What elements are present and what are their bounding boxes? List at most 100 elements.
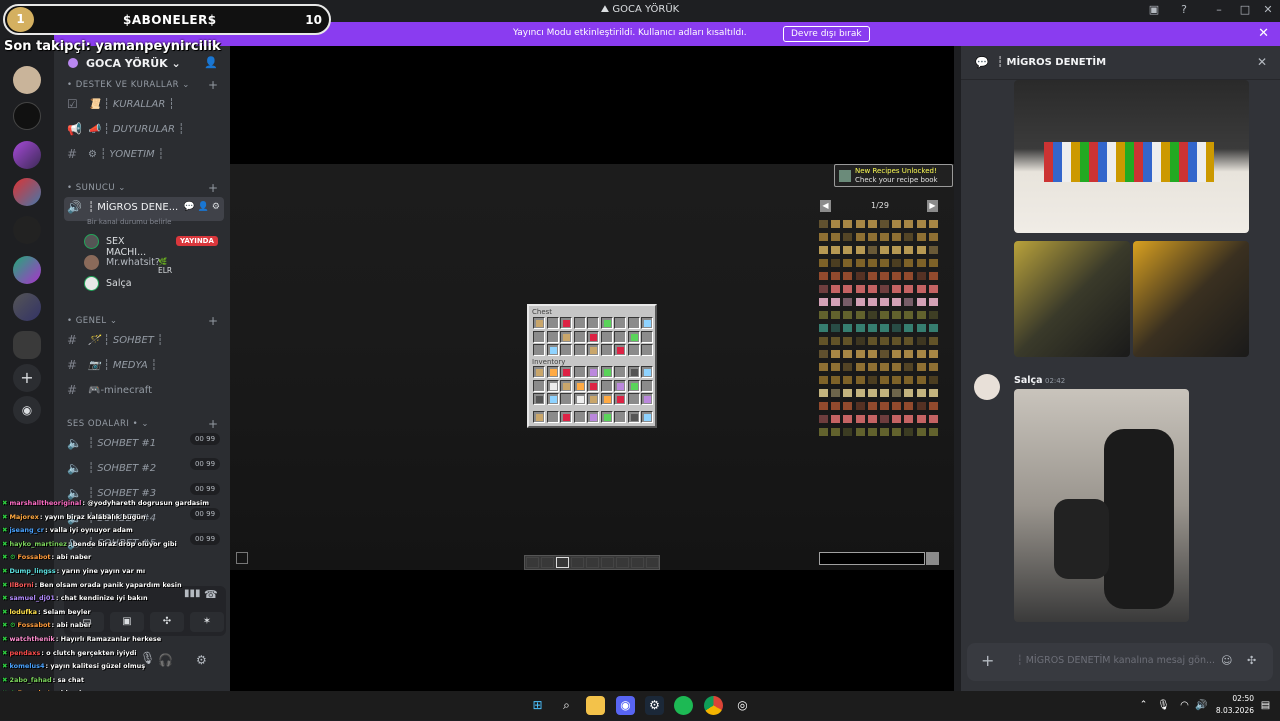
inventory-slot[interactable] [600, 330, 613, 343]
inventory-slot[interactable] [614, 317, 626, 329]
image-attachment[interactable] [1133, 241, 1249, 357]
recipe-item[interactable] [928, 246, 938, 254]
recipe-item[interactable] [892, 246, 902, 254]
recipe-item[interactable] [855, 246, 865, 254]
inventory-slot[interactable] [560, 393, 572, 405]
recipe-item[interactable] [831, 233, 841, 241]
recipe-item[interactable] [880, 363, 889, 371]
recipe-item[interactable] [916, 246, 926, 254]
recipe-item[interactable] [916, 285, 926, 293]
recipe-item[interactable] [904, 233, 914, 241]
recipe-item[interactable] [867, 246, 877, 254]
craftable-toggle-icon[interactable] [926, 552, 939, 565]
inventory-slot[interactable] [641, 393, 653, 405]
recipe-item[interactable] [904, 402, 914, 410]
recipe-item[interactable] [819, 376, 828, 384]
recipe-item[interactable] [892, 324, 902, 332]
recipe-item[interactable] [855, 298, 865, 306]
close-banner-icon[interactable]: ✕ [1258, 26, 1269, 41]
recipe-item[interactable] [904, 272, 914, 280]
file-explorer-icon[interactable] [586, 696, 605, 715]
recipe-item[interactable] [904, 298, 914, 306]
recipe-item[interactable] [904, 428, 914, 436]
inventory-slot[interactable] [627, 366, 640, 378]
inventory-slot[interactable] [546, 379, 559, 392]
inventory-slot[interactable] [614, 411, 626, 423]
recipe-item[interactable] [880, 389, 889, 397]
inventory-slot[interactable] [587, 317, 599, 329]
category-destek[interactable]: • DESTEK VE KURALLAR ⌄ [67, 80, 190, 90]
notifications-icon[interactable]: ▤ [1256, 696, 1275, 715]
recipe-item[interactable] [928, 298, 938, 306]
category-genel[interactable]: • GENEL ⌄ [67, 316, 117, 326]
inventory-slot[interactable] [546, 330, 559, 343]
obs-icon[interactable]: ◎ [733, 696, 752, 715]
recipe-item[interactable] [916, 402, 926, 410]
recipe-item[interactable] [819, 285, 828, 293]
recipe-item[interactable] [880, 285, 889, 293]
recipe-item[interactable] [880, 415, 889, 423]
recipe-item[interactable] [819, 428, 828, 436]
inventory-slot[interactable] [587, 393, 599, 405]
maximize-button[interactable]: □ [1237, 3, 1253, 19]
inventory-slot[interactable] [560, 366, 572, 378]
channel-medya[interactable]: # 📷 ┆ MEDYA ┆ [64, 355, 224, 377]
recipe-item[interactable] [892, 402, 902, 410]
recipe-item[interactable] [819, 272, 828, 280]
recipe-item[interactable] [928, 233, 938, 241]
recipe-item[interactable] [831, 376, 841, 384]
hotbar-slot[interactable] [631, 557, 644, 568]
recipe-item[interactable] [867, 428, 877, 436]
recipe-item[interactable] [843, 402, 853, 410]
recipe-item[interactable] [867, 220, 877, 228]
recipe-item[interactable] [892, 428, 902, 436]
recipe-item[interactable] [928, 363, 938, 371]
recipe-item[interactable] [916, 415, 926, 423]
recipe-item[interactable] [867, 272, 877, 280]
voice-room[interactable]: 🔈 ┆ SOHBET #1 00 99 [64, 433, 224, 455]
inventory-slot[interactable] [614, 330, 626, 343]
recipe-item[interactable] [819, 246, 828, 254]
message-input[interactable]: ┆ MİGROS DENETİM kanalına mesaj gön... [1017, 655, 1215, 666]
message-composer[interactable]: + ┆ MİGROS DENETİM kanalına mesaj gön...… [967, 643, 1273, 681]
recipe-item[interactable] [867, 285, 877, 293]
recipe-item[interactable] [928, 259, 938, 267]
recipe-search-input[interactable] [819, 552, 925, 565]
recipe-item[interactable] [880, 246, 889, 254]
recipe-item[interactable] [819, 337, 828, 345]
chrome-icon[interactable] [704, 696, 723, 715]
inventory-slot[interactable] [573, 379, 586, 392]
image-attachment[interactable] [1014, 80, 1249, 233]
recipe-item[interactable] [867, 298, 877, 306]
voice-channel-actions-icon[interactable]: 💬 👤 ⚙ [184, 202, 220, 212]
recipe-item[interactable] [928, 389, 938, 397]
message-author[interactable]: Salça [1014, 375, 1043, 386]
recipe-item[interactable] [916, 337, 926, 345]
recipe-item[interactable] [904, 350, 914, 358]
create-channel-icon[interactable]: + [208, 417, 218, 431]
recipe-item[interactable] [928, 337, 938, 345]
inventory-slot[interactable] [641, 344, 653, 356]
inventory-slot[interactable] [560, 330, 572, 343]
recipe-item[interactable] [843, 285, 853, 293]
invite-people-icon[interactable]: 👤 [204, 56, 218, 69]
recipe-item[interactable] [880, 220, 889, 228]
recipe-item[interactable] [843, 259, 853, 267]
inventory-slot[interactable] [600, 393, 613, 405]
recipe-item[interactable] [880, 259, 889, 267]
inventory-slot[interactable] [573, 330, 586, 343]
recipe-item[interactable] [819, 233, 828, 241]
server-icon-3[interactable] [13, 216, 41, 244]
recipe-item[interactable] [916, 259, 926, 267]
recipe-item[interactable] [843, 298, 853, 306]
image-attachment[interactable] [1014, 389, 1189, 622]
inventory-slot[interactable] [546, 411, 559, 423]
recipe-item[interactable] [928, 311, 938, 319]
avatar[interactable] [974, 374, 1000, 400]
recipe-item[interactable] [855, 337, 865, 345]
server-icon-kick[interactable] [13, 102, 41, 130]
recipe-item[interactable] [855, 272, 865, 280]
add-server-icon[interactable]: + [13, 364, 41, 392]
recipe-item[interactable] [855, 389, 865, 397]
inventory-slot[interactable] [533, 393, 545, 405]
